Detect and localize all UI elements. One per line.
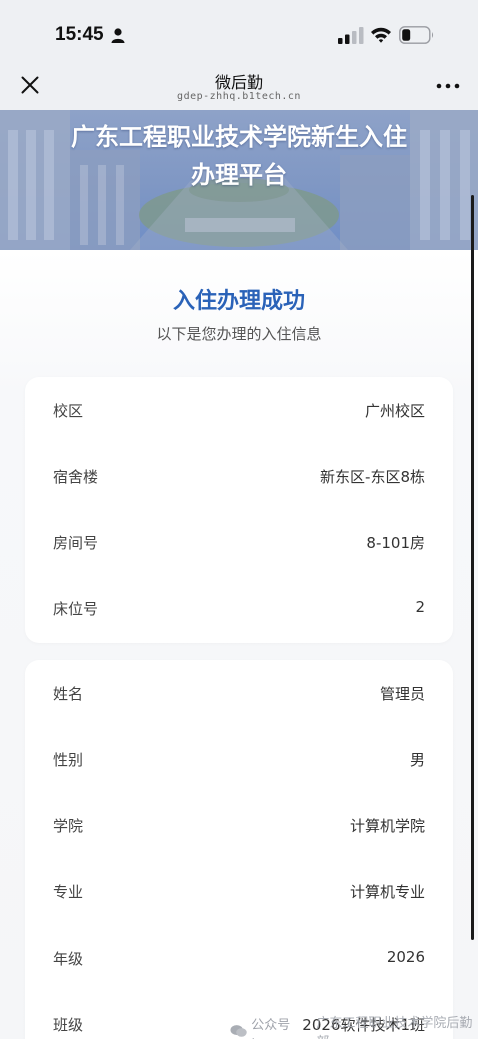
row-value: 2026 xyxy=(386,948,425,966)
header-banner: 广东工程职业技术学院新生入住 办理平台 xyxy=(0,110,478,250)
battery-icon xyxy=(399,26,434,44)
wechat-watermark: 公众号 · 广东工程职业技术学院后勤部 xyxy=(230,1012,478,1039)
dorm-info-card: 校区 广州校区 宿舍楼 新东区-东区8栋 房间号 8-101房 床位号 2 xyxy=(25,377,453,643)
row-value: 男 xyxy=(409,751,425,769)
info-row-grade: 年级 2026 xyxy=(25,925,453,991)
student-info-card: 姓名 管理员 性别 男 学院 计算机学院 专业 计算机专业 年级 2026 班级… xyxy=(25,660,453,1039)
watermark-account: 广东工程职业技术学院后勤部 xyxy=(316,1016,473,1039)
nav-bar: 微后勤 gdep-zhhq.b1tech.cn xyxy=(0,64,478,110)
row-label: 床位号 xyxy=(53,600,99,618)
info-row-gender: 性别 男 xyxy=(25,726,453,792)
person-icon xyxy=(111,28,125,43)
wechat-icon xyxy=(230,1025,247,1037)
row-label: 房间号 xyxy=(53,534,99,552)
page-url: gdep-zhhq.b1tech.cn xyxy=(177,91,301,102)
row-value: 2 xyxy=(415,598,425,616)
row-value: 新东区-东区8栋 xyxy=(320,468,425,486)
info-row-room: 房间号 8-101房 xyxy=(25,509,453,575)
wifi-icon xyxy=(371,27,391,43)
info-row-bed: 床位号 2 xyxy=(25,575,453,641)
info-row-campus: 校区 广州校区 xyxy=(25,377,453,443)
success-title: 入住办理成功 xyxy=(172,289,305,314)
row-label: 班级 xyxy=(53,1016,84,1034)
cellular-signal-icon xyxy=(338,27,364,44)
row-label: 姓名 xyxy=(53,685,84,703)
row-label: 学院 xyxy=(53,817,84,835)
banner-title-line-1: 广东工程职业技术学院新生入住 xyxy=(71,123,407,151)
row-label: 宿舍楼 xyxy=(53,468,99,486)
status-time: 15:45 xyxy=(55,24,104,45)
status-bar: 15:45 xyxy=(0,0,478,64)
banner-title-line-2: 办理平台 xyxy=(191,161,287,189)
row-value: 计算机专业 xyxy=(349,883,425,901)
more-options-icon[interactable] xyxy=(436,82,460,90)
info-row-building: 宿舍楼 新东区-东区8栋 xyxy=(25,443,453,509)
info-row-name: 姓名 管理员 xyxy=(25,660,453,726)
row-label: 校区 xyxy=(53,402,84,420)
info-row-college: 学院 计算机学院 xyxy=(25,792,453,858)
row-value: 计算机学院 xyxy=(349,817,425,835)
info-row-major: 专业 计算机专业 xyxy=(25,858,453,924)
page-title: 微后勤 xyxy=(214,73,263,92)
row-label: 专业 xyxy=(53,883,84,901)
watermark-prefix: 公众号 · xyxy=(251,1018,291,1039)
row-value: 广州校区 xyxy=(364,402,425,420)
row-label: 年级 xyxy=(53,950,84,968)
success-subtitle: 以下是您办理的入住信息 xyxy=(156,325,322,343)
scrollbar[interactable] xyxy=(471,195,474,940)
row-value: 管理员 xyxy=(379,685,425,703)
row-label: 性别 xyxy=(53,751,84,769)
banner-title: 广东工程职业技术学院新生入住 办理平台 xyxy=(0,118,478,194)
row-value: 8-101房 xyxy=(366,534,425,552)
